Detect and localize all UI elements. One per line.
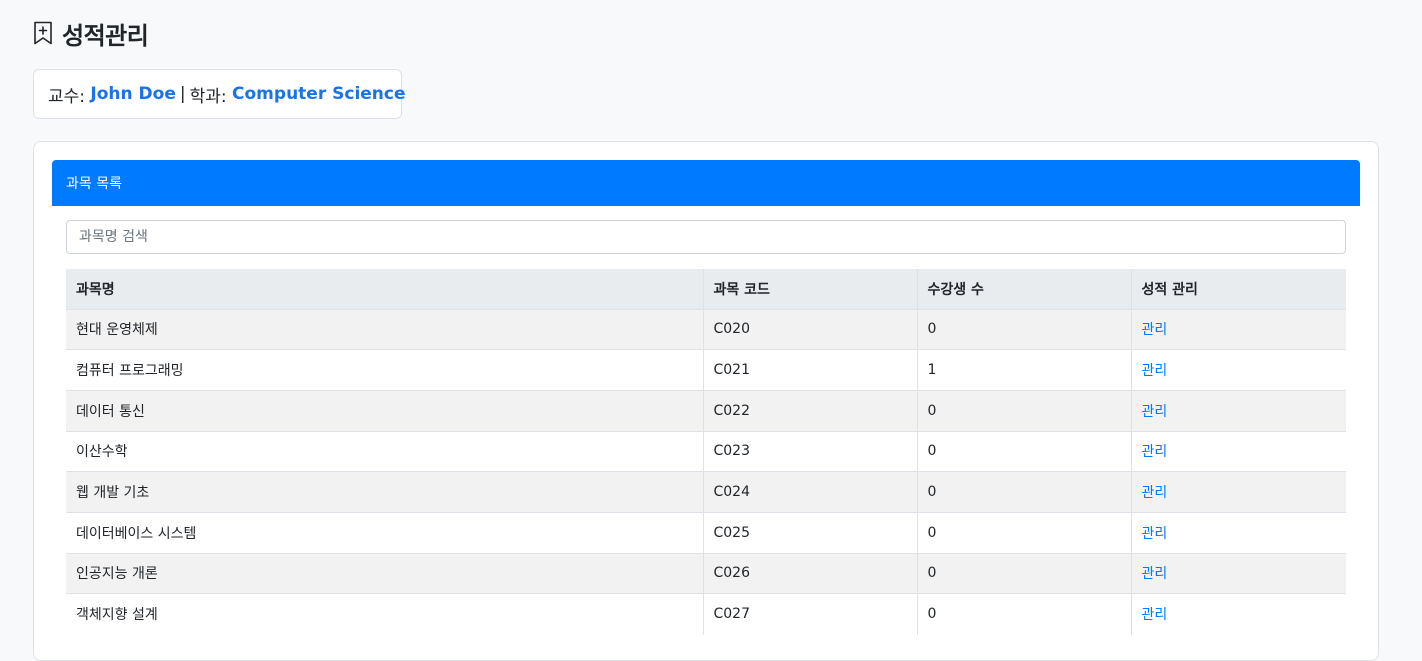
department-label: 학과: [189,86,227,107]
manage-link[interactable]: 관리 [1142,526,1168,542]
table-row: 현대 운영체제 C020 0 관리 [66,308,1346,350]
course-code-cell: C021 [703,349,918,391]
professor-name: John Doe [90,84,176,104]
course-code-cell: C022 [703,389,918,432]
table-row: 객체지향 설계 C027 0 관리 [66,593,1346,635]
course-code-cell: C020 [703,308,918,350]
table-row: 데이터베이스 시스템 C025 0 관리 [66,511,1346,554]
course-list-title: 과목 목록 [66,176,122,192]
course-code-cell: C027 [703,593,918,635]
column-header-course-code: 과목 코드 [703,269,918,309]
professor-label: 교수: [48,86,86,107]
table-row: 데이터 통신 C022 0 관리 [66,389,1346,432]
course-code-cell: C025 [703,511,918,554]
course-name-cell: 객체지향 설계 [66,593,704,635]
course-list-header: 과목 목록 [52,160,1360,206]
page-title: 성적관리 [62,22,149,50]
course-name-cell: 데이터 통신 [66,389,704,432]
manage-link[interactable]: 관리 [1142,404,1168,420]
manage-cell: 관리 [1131,511,1346,554]
column-header-student-count: 수강생 수 [917,269,1132,309]
student-count-cell: 0 [917,511,1132,554]
student-count-cell: 0 [917,593,1132,635]
course-name-cell: 데이터베이스 시스템 [66,511,704,554]
table-header-row: 과목명 과목 코드 수강생 수 성적 관리 [66,269,1346,309]
table-row: 컴퓨터 프로그래밍 C021 1 관리 [66,349,1346,391]
column-header-course-name: 과목명 [66,269,704,309]
manage-cell: 관리 [1131,349,1346,391]
course-name-cell: 웹 개발 기초 [66,471,704,513]
manage-link[interactable]: 관리 [1142,322,1168,338]
student-count-cell: 0 [917,389,1132,432]
table-row: 이산수학 C023 0 관리 [66,430,1346,472]
student-count-cell: 1 [917,349,1132,391]
manage-cell: 관리 [1131,471,1346,513]
manage-cell: 관리 [1131,430,1346,472]
manage-link[interactable]: 관리 [1142,363,1168,379]
manage-cell: 관리 [1131,552,1346,594]
manage-link[interactable]: 관리 [1142,444,1168,460]
column-header-grade-management: 성적 관리 [1131,269,1346,309]
course-code-cell: C023 [703,430,918,472]
course-name-cell: 컴퓨터 프로그래밍 [66,349,704,391]
student-count-cell: 0 [917,552,1132,594]
student-count-cell: 0 [917,471,1132,513]
course-name-cell: 현대 운영체제 [66,308,704,350]
manage-cell: 관리 [1131,389,1346,432]
course-name-cell: 이산수학 [66,430,704,472]
table-row: 웹 개발 기초 C024 0 관리 [66,471,1346,513]
professor-info-card: 교수: John Doe | 학과: Computer Science [33,69,406,119]
course-table: 과목명 과목 코드 수강생 수 성적 관리 현대 운영체제 C020 0 관리 … [66,269,1346,635]
manage-link[interactable]: 관리 [1142,566,1168,582]
manage-link[interactable]: 관리 [1142,607,1168,623]
manage-cell: 관리 [1131,308,1346,350]
info-separator: | [179,84,186,104]
manage-cell: 관리 [1131,593,1346,635]
course-code-cell: C026 [703,552,918,594]
course-list-card: 과목 목록 과목명 과목 코드 수강생 수 성적 관리 현대 운영체제 C020… [33,141,1379,661]
course-search-input[interactable] [66,220,1346,254]
course-name-cell: 인공지능 개론 [66,552,704,594]
department-name: Computer Science [232,84,406,104]
manage-link[interactable]: 관리 [1142,485,1168,501]
student-count-cell: 0 [917,430,1132,472]
bookmark-plus-icon [33,21,55,47]
page-header: 성적관리 [33,16,149,51]
student-count-cell: 0 [917,308,1132,350]
table-row: 인공지능 개론 C026 0 관리 [66,552,1346,594]
course-code-cell: C024 [703,471,918,513]
